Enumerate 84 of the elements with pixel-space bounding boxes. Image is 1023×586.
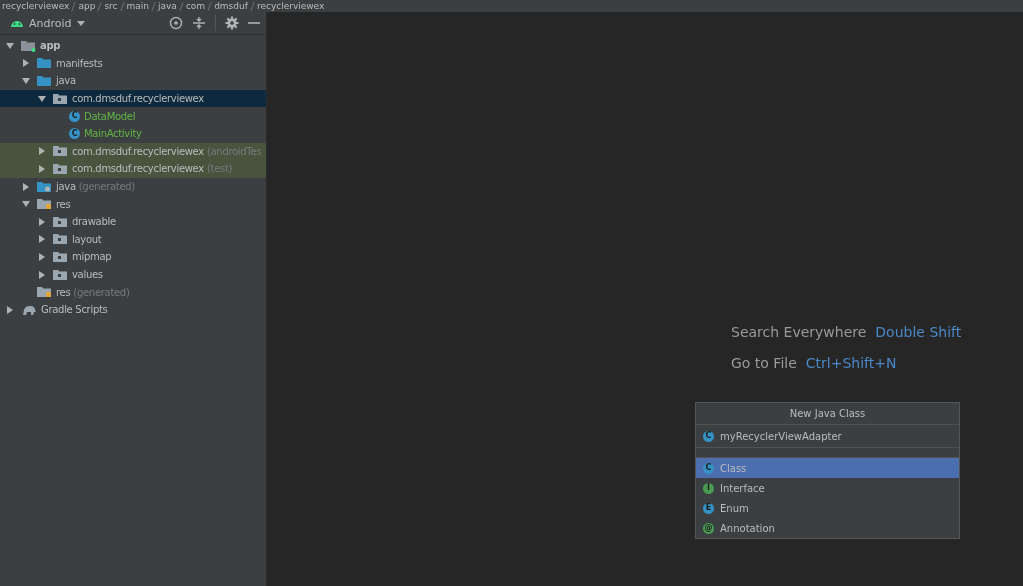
folder-icon <box>37 286 52 299</box>
tree-item-label: drawable <box>72 216 116 228</box>
class-icon: C <box>703 462 714 474</box>
tree-item-note: (generated) <box>73 286 130 298</box>
tree-item-label: mipmap <box>72 251 112 263</box>
breadcrumb-item[interactable]: src <box>104 0 118 12</box>
tree-item[interactable]: C MainActivity <box>0 124 266 143</box>
interface-icon: I <box>703 482 714 494</box>
hint-shortcut: Double Shift <box>875 324 962 340</box>
kind-option[interactable]: C Class <box>696 458 959 478</box>
caret-icon <box>76 20 85 26</box>
hint-action: Go to File <box>731 355 797 371</box>
folder-icon <box>37 180 52 193</box>
collapse-arrow-icon[interactable] <box>6 305 14 314</box>
hint-action: Search Everywhere <box>731 324 867 340</box>
tree-item-label: res <box>56 198 71 210</box>
tree-item-label: values <box>72 269 103 280</box>
tree-item[interactable]: manifests <box>0 54 266 73</box>
tree-item-label: res <box>56 286 71 298</box>
tree-item-label: java <box>56 75 76 87</box>
kind-option[interactable]: E Enum <box>696 498 959 518</box>
breadcrumb-item[interactable]: java <box>158 0 177 12</box>
tree-item-note: (androidTes <box>206 145 262 157</box>
tree-item-label: Gradle Scripts <box>41 304 108 316</box>
folder-icon <box>37 198 52 211</box>
tree-item-label: DataModel <box>84 110 136 122</box>
folder-icon <box>53 145 68 158</box>
tree-item[interactable]: layout <box>0 230 266 249</box>
folder-icon <box>53 268 68 281</box>
folder-icon <box>53 92 68 105</box>
tree-item[interactable]: java (generated) <box>0 177 266 196</box>
collapse-icon[interactable] <box>192 16 206 30</box>
tree-item-label: MainActivity <box>84 128 142 140</box>
folder-icon <box>53 250 68 263</box>
tree-item[interactable]: res <box>0 195 266 213</box>
collapse-arrow-icon[interactable] <box>22 59 30 68</box>
tree-item[interactable]: com.dmsduf.recyclerviewex (androidTes <box>0 142 266 161</box>
tree-item[interactable]: drawable <box>0 212 266 231</box>
breadcrumb-item[interactable]: main <box>126 0 150 12</box>
tree-item-label: com.dmsduf.recyclerviewex <box>72 93 204 105</box>
class-icon: C <box>69 128 80 140</box>
tree-item[interactable]: java <box>0 72 266 90</box>
tree-item[interactable]: C DataModel <box>0 107 266 125</box>
class-icon: C <box>703 430 714 442</box>
folder-icon <box>37 75 52 87</box>
expand-arrow-icon[interactable] <box>22 77 30 85</box>
locate-icon[interactable] <box>169 16 183 30</box>
tree-item-label: app <box>40 40 61 52</box>
kind-option[interactable]: I Interface <box>696 478 959 498</box>
folder-icon <box>37 57 52 70</box>
tree-item[interactable]: res (generated) <box>0 283 266 301</box>
expand-arrow-icon[interactable] <box>6 41 14 50</box>
dialog-title: New Java Class <box>696 403 959 425</box>
folder-icon <box>53 215 68 228</box>
tree-item-label: layout <box>72 233 102 245</box>
tree-item-label: com.dmsduf.recyclerviewex <box>72 163 204 175</box>
tree-item[interactable]: Gradle Scripts <box>0 300 266 319</box>
breadcrumb-item[interactable]: dmsduf <box>214 0 248 12</box>
settings-icon[interactable] <box>225 16 239 30</box>
tree-item-label: manifests <box>56 57 103 69</box>
elephant-icon <box>21 303 37 316</box>
folder-icon <box>53 233 68 246</box>
folder-icon <box>53 162 68 175</box>
hint-shortcut: Ctrl+Shift+N <box>805 355 897 371</box>
tree-item[interactable]: values <box>0 265 266 284</box>
tree-item[interactable]: mipmap <box>0 248 266 266</box>
kind-option[interactable]: @ Annotation <box>696 518 959 538</box>
breadcrumb-item[interactable]: recyclerviewex <box>256 0 325 12</box>
enum-icon: E <box>703 502 714 514</box>
tree-item[interactable]: app <box>0 37 266 55</box>
breadcrumb-item[interactable]: app <box>78 0 96 12</box>
module-folder-icon <box>21 39 36 52</box>
tree-item-label: java <box>56 181 76 193</box>
breadcrumb-item[interactable]: com <box>185 0 206 12</box>
annotation-icon: @ <box>703 522 714 534</box>
name-field[interactable]: C myRecyclerViewAdapter <box>696 425 959 448</box>
tree-item-label: com.dmsduf.recyclerviewex <box>72 145 204 157</box>
android-icon <box>10 18 24 28</box>
view-selector[interactable]: Android <box>10 16 85 30</box>
breadcrumb-item[interactable]: recyclerviewex <box>2 0 70 12</box>
tree-item[interactable]: com.dmsduf.recyclerviewex <box>0 89 266 108</box>
tree-item-note: (generated) <box>78 181 135 193</box>
class-icon: C <box>69 110 80 122</box>
expand-arrow-icon[interactable] <box>22 200 30 209</box>
